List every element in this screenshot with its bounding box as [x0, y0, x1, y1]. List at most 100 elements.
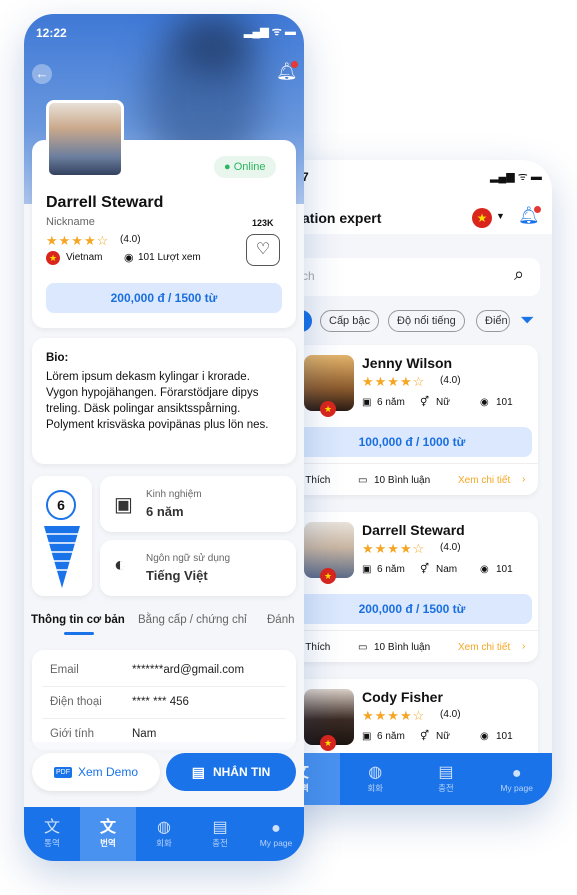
wallet-icon: ▤: [212, 819, 228, 836]
list-item[interactable]: ★ Darrell Steward ★★★★☆ (4.0) ▣ 6 năm ⚥ …: [292, 512, 538, 662]
back-arrow-icon[interactable]: ←: [32, 64, 52, 84]
avatar: [46, 100, 124, 178]
tab-label: 충전: [212, 838, 228, 848]
signal-icon: ▂▄▆ ᯤ ▬: [490, 171, 542, 183]
pdf-icon: PDF: [53, 766, 72, 778]
info-value: Nam: [132, 728, 157, 740]
tab-label: 회화: [156, 838, 172, 848]
experience-icon: ▣: [362, 564, 372, 575]
eye-icon: ◉: [480, 731, 489, 742]
vietnam-flag-icon: ★: [320, 568, 336, 584]
vietnam-flag-icon: ★: [320, 401, 336, 417]
vietnam-flag-icon: ★: [46, 251, 60, 265]
interpret-icon: 文: [43, 819, 60, 836]
tab-conversation[interactable]: ◍ 회화: [136, 807, 192, 861]
chevron-down-icon[interactable]: ▼: [496, 211, 505, 221]
translator-name: Cody Fisher: [362, 689, 443, 705]
tab-basic-info[interactable]: Thông tin cơ bản: [31, 614, 125, 626]
eye-icon: ◉: [480, 564, 489, 575]
back-bottom-tabbar: 文번역 ◍회화 ▤충전 ●My page: [262, 753, 552, 805]
briefcase-icon: ▣: [114, 494, 133, 516]
list-item[interactable]: ★ Jenny Wilson ★★★★☆ (4.0) ▣ 6 năm ⚥ Nữ …: [292, 345, 538, 495]
view-detail-link[interactable]: Xem chi tiết: [458, 475, 510, 486]
views-value: 101: [496, 731, 513, 742]
translator-name: Darrell Steward: [362, 522, 465, 538]
bio-text: Lörem ipsum dekasm kylingar i krorade. V…: [46, 371, 269, 431]
experience-label: Kinh nghiệm: [146, 489, 202, 500]
bio-card: Bio: Lörem ipsum dekasm kylingar i krora…: [32, 338, 296, 464]
views-value: 101: [496, 397, 513, 408]
demo-button-label: Xem Demo: [77, 765, 139, 779]
divider: [292, 630, 538, 631]
tab-charge[interactable]: ▤ 충전: [411, 753, 482, 805]
language-label: Ngôn ngữ sử dụng: [146, 553, 230, 564]
eye-icon: ◉: [480, 397, 489, 408]
search-input[interactable]: ch ⌕: [292, 258, 540, 296]
info-key: Điện thoại: [50, 696, 102, 708]
profile-name: Darrell Steward: [46, 194, 164, 211]
chevron-right-icon: ›: [522, 474, 526, 485]
vietnam-flag-icon: ★: [320, 735, 336, 751]
experience-value: 6 năm: [377, 564, 405, 575]
price-bar[interactable]: 200,000 đ / 1500 từ: [292, 594, 532, 624]
tab-label: 회화: [367, 783, 383, 793]
experience-icon: ▣: [362, 731, 372, 742]
level-badge: 6: [46, 490, 76, 520]
divider: [292, 463, 538, 464]
tab-my-page[interactable]: ● My page: [248, 807, 304, 861]
chat-icon: ◍: [157, 819, 171, 836]
user-icon: ●: [511, 765, 522, 782]
info-value: **** *** 456: [132, 696, 189, 708]
bio-label: Bio:: [46, 352, 69, 364]
rating-value: (4.0): [440, 542, 461, 553]
tab-indicator: [64, 632, 94, 635]
info-value: *******ard@gmail.com: [132, 664, 245, 676]
filter-chip-level[interactable]: Cấp bậc: [320, 310, 379, 332]
message-button[interactable]: ▤ NHẮN TIN: [166, 753, 296, 791]
divider: [42, 718, 286, 719]
front-bottom-tabbar: 文 통역 文 번역 ◍ 회화 ▤ 충전 ● My page: [24, 807, 304, 861]
tab-conversation[interactable]: ◍ 회화: [340, 753, 411, 805]
filter-chip-popularity[interactable]: Độ nổi tiếng: [388, 310, 465, 332]
rating-value: (4.0): [120, 234, 141, 245]
experience-card: ▣ Kinh nghiệm 6 năm: [100, 476, 296, 532]
language-card: ◐ Ngôn ngữ sử dụng Tiếng Việt: [100, 540, 296, 596]
experience-value: 6 năm: [377, 397, 405, 408]
filter-chip-score[interactable]: Điển: [476, 310, 510, 332]
tab-charge[interactable]: ▤ 충전: [192, 807, 248, 861]
language-flag-icon[interactable]: ★: [472, 208, 492, 228]
eye-icon: ◉: [124, 252, 134, 264]
tab-label: 충전: [438, 783, 454, 793]
message-button-label: NHẮN TIN: [212, 765, 271, 779]
tab-certificates[interactable]: Bằng cấp / chứng chỉ: [138, 614, 247, 626]
tab-my-page[interactable]: ● My page: [481, 753, 552, 805]
signal-icon: ▂▄▆ ᯤ ▬: [244, 26, 296, 38]
basic-info-card: Email *******ard@gmail.com Điện thoại ****…: [32, 650, 296, 750]
divider: [42, 686, 286, 687]
profile-country: Vietnam: [66, 252, 103, 263]
tab-interpret[interactable]: 文 통역: [24, 807, 80, 861]
filter-icon[interactable]: ⏷: [520, 310, 534, 331]
tab-reviews[interactable]: Đánh: [267, 614, 295, 626]
view-detail-link[interactable]: Xem chi tiết: [458, 642, 510, 653]
comments-count: 10 Bình luận: [374, 475, 431, 486]
likes-count: 123K: [252, 218, 274, 228]
back-page-title: ation expert: [302, 210, 382, 226]
tab-translate[interactable]: 文 번역: [80, 807, 136, 861]
demo-button[interactable]: PDF Xem Demo: [32, 753, 160, 791]
status-badge-label: Online: [233, 161, 266, 173]
notification-dot: [534, 206, 541, 213]
comment-icon: ▭: [358, 475, 368, 486]
level-pyramid-icon: [44, 526, 80, 588]
gender-icon: ⚥: [420, 564, 430, 575]
back-phone-screen: 7 ▂▄▆ ᯤ ▬ ation expert ★ ▼ 🔔︎ ch ⌕ Cấp b…: [262, 160, 552, 805]
gender-value: Nữ: [436, 731, 450, 742]
heart-icon[interactable]: ♡: [246, 234, 280, 266]
front-phone-screen: 12:22 ▂▄▆ ᯤ ▬ ← 🔔︎ ● Online Darrell Stew…: [24, 14, 304, 861]
status-time: 12:22: [36, 26, 67, 40]
price-bar[interactable]: 100,000 đ / 1000 từ: [292, 427, 532, 457]
tab-label: My page: [500, 783, 533, 793]
price-bar[interactable]: 200,000 đ / 1500 từ: [46, 283, 282, 313]
language-value: Tiếng Việt: [146, 568, 208, 583]
search-icon[interactable]: ⌕: [514, 264, 524, 285]
